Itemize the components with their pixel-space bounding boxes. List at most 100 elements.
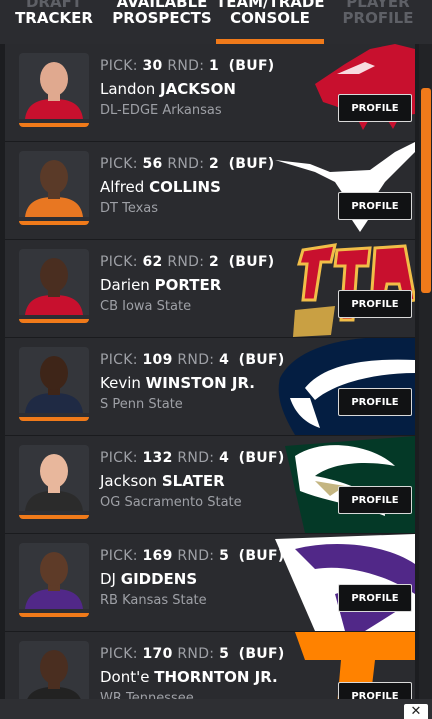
tab-player-profile[interactable]: PLAYER PROFILE [324, 0, 432, 44]
position-school: OG Sacramento State [100, 495, 242, 510]
bottom-bar [0, 699, 432, 719]
last-name: SLATER [161, 472, 225, 490]
last-name: WINSTON JR. [145, 374, 256, 392]
player-school: Sacramento State [124, 495, 242, 510]
profile-button[interactable]: PROFILE [338, 486, 412, 514]
player-position: CB [100, 299, 118, 314]
player-name: Landon JACKSON [100, 80, 236, 98]
profile-button[interactable]: PROFILE [338, 584, 412, 612]
last-name: JACKSON [160, 80, 236, 98]
round-number: 5 [219, 548, 230, 564]
pick-info: PICK: 30 RND: 1 (BUF) [100, 58, 275, 74]
profile-button[interactable]: PROFILE [338, 682, 412, 699]
tab-draft-tracker[interactable]: DRAFT TRACKER [0, 0, 108, 44]
draft-pick-row[interactable]: PICK: 132 RND: 4 (BUF) Jackson SLATER OG… [5, 436, 415, 534]
team-code: (BUF) [238, 646, 285, 662]
round-label: RND: [167, 156, 205, 172]
player-photo [19, 151, 89, 225]
player-photo [19, 543, 89, 617]
pick-label: PICK: [100, 352, 138, 368]
profile-button[interactable]: PROFILE [338, 388, 412, 416]
pick-info: PICK: 170 RND: 5 (BUF) [100, 646, 285, 662]
pick-number: 62 [142, 254, 163, 270]
tab-label-line2: PROFILE [342, 9, 414, 27]
profile-button[interactable]: PROFILE [338, 94, 412, 122]
profile-button[interactable]: PROFILE [338, 290, 412, 318]
tab-team-trade-console[interactable]: TEAM/TRADE CONSOLE [216, 0, 324, 44]
player-name: Dont'e THORNTON JR. [100, 668, 278, 686]
player-school: Iowa State [122, 299, 192, 314]
profile-button[interactable]: PROFILE [338, 192, 412, 220]
tab-label-line2: PROSPECTS [112, 9, 212, 27]
round-label: RND: [177, 352, 215, 368]
sacramento-state-logo [275, 436, 415, 533]
player-photo [19, 347, 89, 421]
position-school: DT Texas [100, 201, 158, 216]
pick-number: 109 [142, 352, 173, 368]
close-icon[interactable]: ✕ [404, 704, 428, 719]
player-school: Arkansas [162, 103, 222, 118]
pick-label: PICK: [100, 254, 138, 270]
draft-pick-row[interactable]: PICK: 169 RND: 5 (BUF) DJ GIDDENS RB Kan… [5, 534, 415, 632]
pick-label: PICK: [100, 450, 138, 466]
pick-label: PICK: [100, 646, 138, 662]
first-name: Landon [100, 80, 156, 98]
pick-label: PICK: [100, 58, 138, 74]
pick-number: 56 [142, 156, 163, 172]
tab-label-line2: CONSOLE [230, 9, 310, 27]
round-label: RND: [177, 646, 215, 662]
iowa-state-logo [275, 240, 415, 337]
pick-number: 169 [142, 548, 173, 564]
draft-pick-row[interactable]: PICK: 109 RND: 4 (BUF) Kevin WINSTON JR.… [5, 338, 415, 436]
tab-available-prospects[interactable]: AVAILABLE PROSPECTS [108, 0, 216, 44]
team-code: (BUF) [228, 156, 275, 172]
arkansas-razorback-logo [275, 44, 415, 141]
pick-number: 30 [142, 58, 163, 74]
round-label: RND: [167, 254, 205, 270]
pick-number: 170 [142, 646, 173, 662]
first-name: Dont'e [100, 668, 150, 686]
team-code: (BUF) [238, 548, 285, 564]
player-photo [19, 641, 89, 699]
pick-info: PICK: 62 RND: 2 (BUF) [100, 254, 275, 270]
player-name: Darien PORTER [100, 276, 221, 294]
player-position: RB [100, 593, 118, 608]
draft-pick-row[interactable]: PICK: 56 RND: 2 (BUF) Alfred COLLINS DT … [5, 142, 415, 240]
round-number: 1 [209, 58, 220, 74]
round-label: RND: [177, 450, 215, 466]
player-school: Texas [122, 201, 159, 216]
player-position: WR [100, 691, 122, 699]
round-label: RND: [167, 58, 205, 74]
player-position: DL-EDGE [100, 103, 159, 118]
player-name: DJ GIDDENS [100, 570, 197, 588]
draft-pick-row[interactable]: PICK: 30 RND: 1 (BUF) Landon JACKSON DL-… [5, 44, 415, 142]
team-code: (BUF) [228, 58, 275, 74]
tab-label-line2: TRACKER [15, 9, 93, 27]
draft-pick-row[interactable]: PICK: 170 RND: 5 (BUF) Dont'e THORNTON J… [5, 632, 415, 699]
team-code: (BUF) [228, 254, 275, 270]
texas-longhorn-logo [275, 142, 415, 239]
kansas-state-logo [275, 534, 415, 631]
draft-pick-row[interactable]: PICK: 62 RND: 2 (BUF) Darien PORTER CB I… [5, 240, 415, 338]
tab-bar: DRAFT TRACKER AVAILABLE PROSPECTS TEAM/T… [0, 0, 432, 44]
player-name: Kevin WINSTON JR. [100, 374, 255, 392]
team-code: (BUF) [238, 450, 285, 466]
first-name: DJ [100, 570, 116, 588]
pick-info: PICK: 109 RND: 4 (BUF) [100, 352, 285, 368]
position-school: WR Tennessee [100, 691, 194, 699]
draft-pick-list: PICK: 30 RND: 1 (BUF) Landon JACKSON DL-… [5, 44, 415, 699]
first-name: Darien [100, 276, 150, 294]
player-position: S [100, 397, 109, 412]
last-name: GIDDENS [120, 570, 198, 588]
first-name: Kevin [100, 374, 141, 392]
position-school: S Penn State [100, 397, 183, 412]
player-school: Tennessee [126, 691, 194, 699]
player-photo [19, 249, 89, 323]
first-name: Jackson [100, 472, 158, 490]
position-school: DL-EDGE Arkansas [100, 103, 222, 118]
round-label: RND: [177, 548, 215, 564]
pick-number: 132 [142, 450, 173, 466]
player-position: DT [100, 201, 118, 216]
player-position: OG [100, 495, 121, 510]
scrollbar-thumb[interactable] [421, 88, 431, 293]
